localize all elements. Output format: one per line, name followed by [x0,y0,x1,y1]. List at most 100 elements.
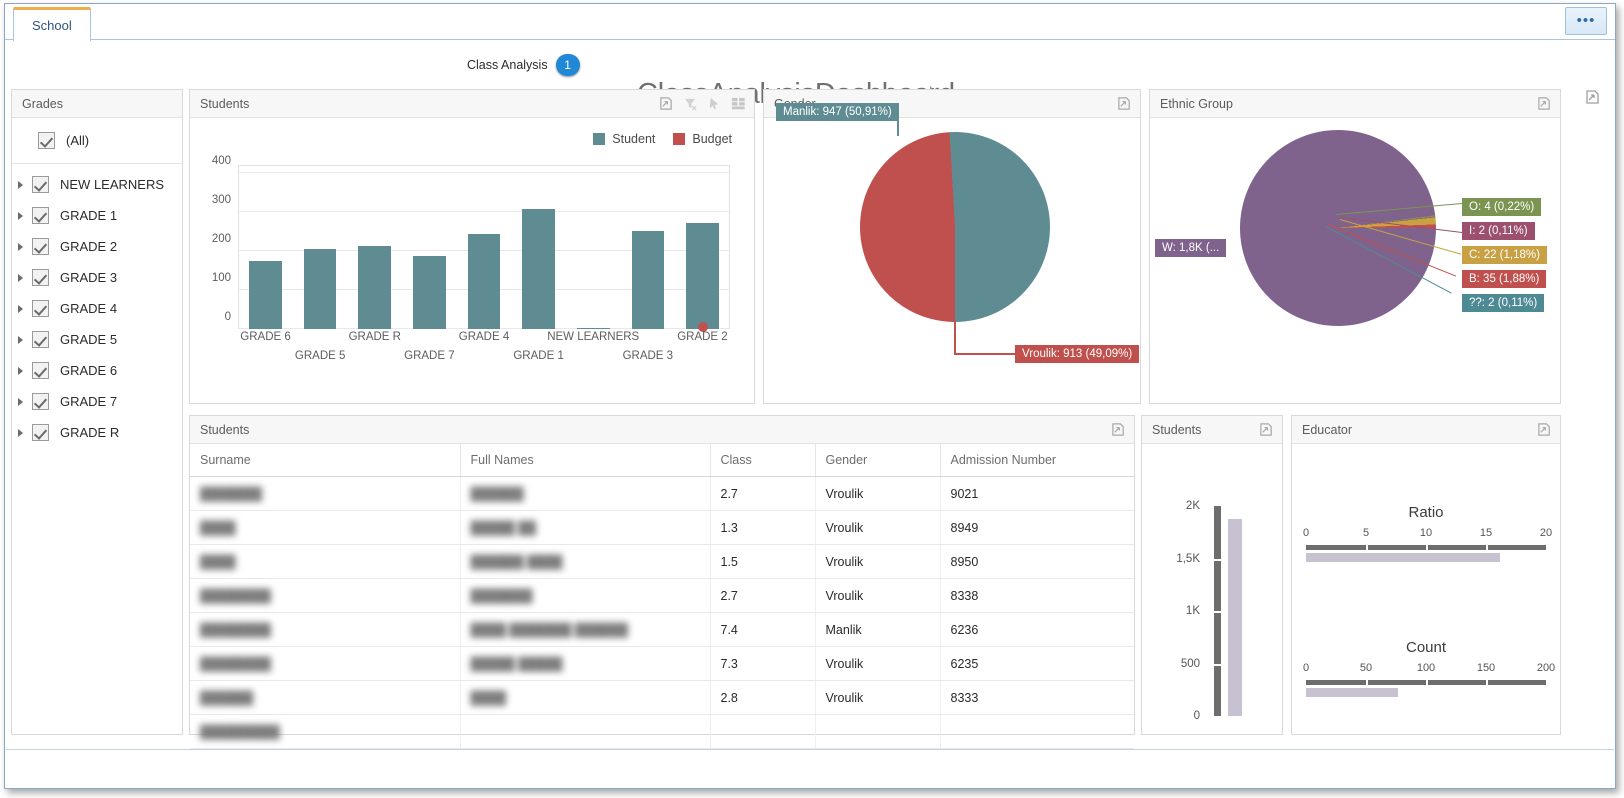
checkbox-icon[interactable] [38,132,55,149]
expand-triangle-icon[interactable] [18,180,30,189]
grades-item-grade-7[interactable]: GRADE 7 [12,386,182,417]
students-gauge-bar[interactable] [1228,518,1242,716]
y-axis-tick: 200 [211,232,231,245]
bar-grade-5[interactable] [303,248,337,329]
tab-school-label: School [32,18,72,33]
table-header-row: Surname Full Names Class Gender Admissio… [190,444,1134,477]
bar-grade-3[interactable] [631,231,665,329]
clear-filter-icon[interactable] [683,96,698,111]
grid-icon[interactable] [731,96,746,111]
grades-item-grade-3[interactable]: GRADE 3 [12,262,182,293]
expand-triangle-icon[interactable] [18,397,30,406]
expand-triangle-icon[interactable] [18,242,30,251]
bar-grade-7[interactable] [412,255,446,329]
checkbox-icon[interactable] [32,393,49,410]
checkbox-icon[interactable] [32,176,49,193]
ratio-gauge-fill[interactable] [1306,553,1501,562]
axis-segment-gap [1366,680,1368,685]
column-header-surname[interactable]: Surname [190,444,461,477]
students-chart-title: Students [200,96,250,111]
bar-grade-r[interactable] [358,245,392,329]
students-chart-toolbar [659,96,746,111]
grades-list[interactable]: (All) NEW LEARNERS GRADE 1 GRADE 2 GRADE… [12,118,182,734]
grades-item-grade-6[interactable]: GRADE 6 [12,355,182,386]
bar-slot[interactable] [402,165,457,329]
checkbox-icon[interactable] [32,269,49,286]
export-icon[interactable] [1259,422,1274,437]
gauge-tick: 1,5K [1176,552,1200,565]
count-gauge-title: Count [1405,639,1447,656]
bar-new-learners[interactable] [576,327,610,329]
gender-pie-chart[interactable] [860,132,1050,322]
gender-panel: Gender Manlik: 947 (50,91%) Vroulik: 913… [763,89,1141,404]
expand-triangle-icon[interactable] [18,335,30,344]
grades-item-grade-5[interactable]: GRADE 5 [12,324,182,355]
cell-full-names [460,714,711,749]
bar-slot[interactable] [566,165,621,329]
expand-triangle-icon[interactable] [18,428,30,437]
legend-item-student[interactable]: Student [593,132,655,146]
x-axis-tick: NEW LEARNERS [547,331,640,343]
checkbox-icon[interactable] [32,207,49,224]
column-header-gender[interactable]: Gender [815,444,941,477]
checkbox-icon[interactable] [32,424,49,441]
grades-item-grade-2[interactable]: GRADE 2 [12,231,182,262]
table-row[interactable]: ████████ ███████ 2.7 Vroulik 8338 [190,578,1134,613]
tab-strip: School ••• [5,4,1615,41]
gauge-tick: 500 [1180,657,1200,670]
bar-grade-6[interactable] [248,261,282,329]
checkbox-icon[interactable] [32,331,49,348]
count-gauge-fill[interactable] [1306,688,1398,697]
expand-triangle-icon[interactable] [18,366,30,375]
table-row[interactable]: ███████ ██████ 2.7 Vroulik 9021 [190,476,1134,511]
table-row[interactable]: █████████ [190,714,1134,749]
bar-slot[interactable] [293,165,348,329]
export-icon[interactable] [1111,422,1126,437]
breadcrumb[interactable]: Class Analysis 1 [467,54,580,76]
bar-slot[interactable] [511,165,566,329]
grades-item-new-learners[interactable]: NEW LEARNERS [12,169,182,200]
checkbox-icon[interactable] [32,362,49,379]
table-row[interactable]: ██████ ████ 2.8 Vroulik 8333 [190,680,1134,715]
bar-grade-1[interactable] [522,208,556,329]
full-names-value: █████ █████ [470,656,563,671]
tab-school[interactable]: School [13,7,91,41]
ratio-gauge-track [1306,545,1546,550]
export-icon[interactable] [1537,422,1552,437]
grades-item-all[interactable]: (All) [12,118,182,164]
table-row[interactable]: ████████ █████ █████ 7.3 Vroulik 6235 [190,646,1134,681]
bar-grade-2[interactable] [686,222,720,329]
expand-triangle-icon[interactable] [18,211,30,220]
bar-slot[interactable] [457,165,512,329]
bar-slot[interactable] [621,165,676,329]
column-header-full-names[interactable]: Full Names [460,444,711,477]
bar-slot[interactable] [675,165,730,332]
cell-full-names: ████ ███████ ██████ [460,612,711,647]
gauge-tick: 0 [1302,527,1310,539]
table-row[interactable]: ████████ ████ ███████ ██████ 7.4 Manlik … [190,612,1134,647]
chart-legend: Student Budget [593,132,732,146]
grades-item-grade-1[interactable]: GRADE 1 [12,200,182,231]
legend-item-budget[interactable]: Budget [673,132,732,146]
gauge-axis-rule [1214,506,1221,716]
grades-item-grade-4[interactable]: GRADE 4 [12,293,182,324]
pointer-icon[interactable] [707,96,722,111]
export-icon[interactable] [1585,89,1601,105]
bar-grade-4[interactable] [467,233,501,329]
grades-item-grade-r[interactable]: GRADE R [12,417,182,448]
column-header-admission-number[interactable]: Admission Number [940,444,1134,477]
expand-triangle-icon[interactable] [18,273,30,282]
column-header-class[interactable]: Class [710,444,816,477]
export-icon[interactable] [659,96,674,111]
ethnic-label-o: O: 4 (0,22%) [1462,198,1542,216]
cell-gender: Vroulik [815,680,941,715]
bar-slot[interactable] [347,165,402,329]
expand-triangle-icon[interactable] [18,304,30,313]
table-row[interactable]: ████ █████ ██ 1.3 Vroulik 8949 [190,510,1134,545]
checkbox-icon[interactable] [32,300,49,317]
checkbox-icon[interactable] [32,238,49,255]
bar-slot[interactable] [238,165,293,329]
table-row[interactable]: ████ ██████ ████ 1.5 Vroulik 8950 [190,544,1134,579]
grades-item-label: GRADE 6 [60,363,118,378]
overflow-menu-button[interactable]: ••• [1565,7,1607,35]
